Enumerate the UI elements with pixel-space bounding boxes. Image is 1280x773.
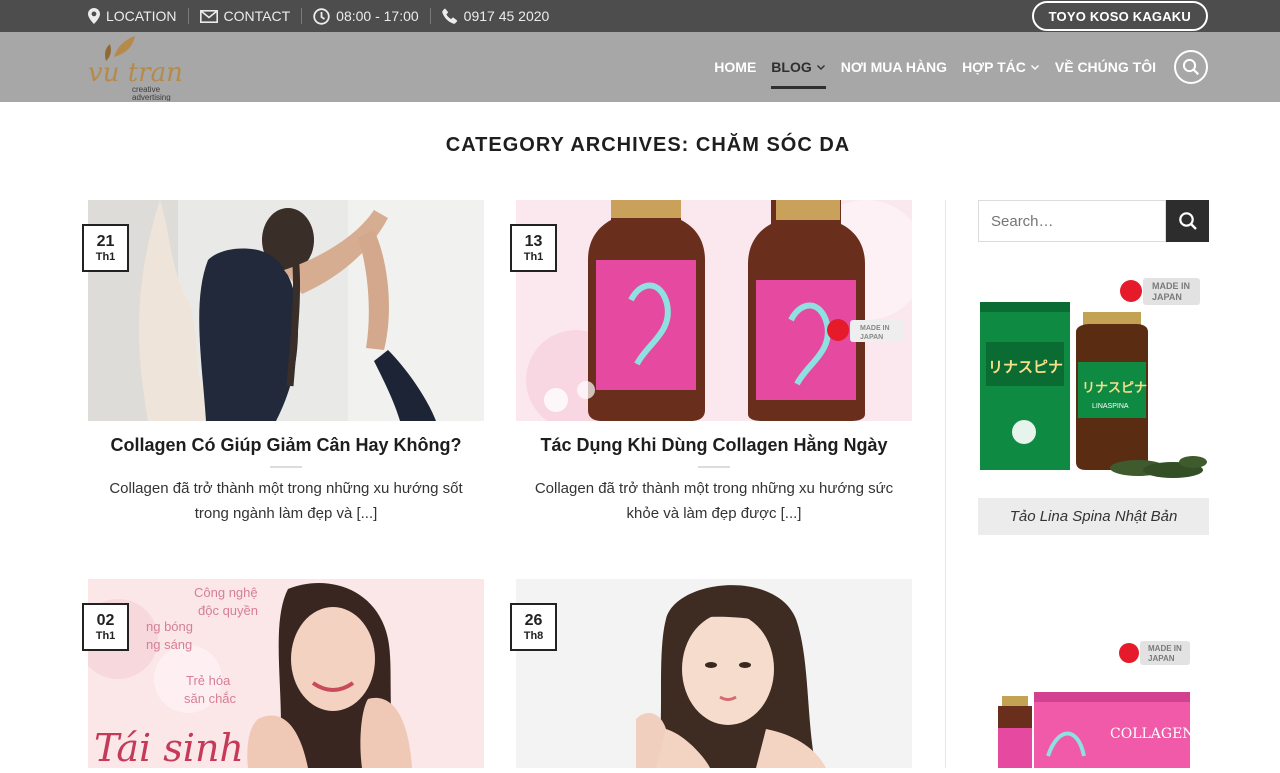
svg-text:MADE IN: MADE IN	[1148, 644, 1182, 653]
location-pin-icon	[88, 8, 100, 24]
svg-text:độc quyền: độc quyền	[198, 603, 258, 618]
title-divider	[270, 466, 302, 468]
location-label: LOCATION	[106, 8, 177, 24]
svg-text:vu tran: vu tran	[88, 58, 183, 88]
envelope-icon	[199, 9, 218, 23]
post-title[interactable]: Tác Dụng Khi Dùng Collagen Hằng Ngày	[516, 435, 912, 456]
phone-label: 0917 45 2020	[463, 8, 550, 24]
product-collagen-image[interactable]: MADE IN JAPAN COLLAGEN	[978, 636, 1209, 768]
woman-portrait-image	[516, 579, 912, 768]
date-day: 21	[96, 232, 115, 250]
sidebar-search	[978, 200, 1209, 242]
svg-text:MADE IN: MADE IN	[860, 325, 890, 332]
nav-where-to-buy[interactable]: NƠI MUA HÀNG	[841, 32, 947, 102]
contact-label: CONTACT	[223, 8, 291, 24]
svg-text:Công nghệ: Công nghệ	[194, 585, 258, 600]
post-card[interactable]: Công nghệ độc quyền ng bóng ng sáng Trẻ …	[82, 579, 484, 768]
svg-text:Tái sinh: Tái sinh	[94, 726, 244, 768]
svg-text:JAPAN: JAPAN	[1152, 292, 1182, 302]
post-thumbnail[interactable]	[516, 579, 912, 768]
date-day: 13	[524, 232, 543, 250]
date-day: 02	[96, 611, 115, 629]
site-logo[interactable]: vu tran creative advertising	[88, 35, 188, 102]
hours-label: 08:00 - 17:00	[336, 8, 419, 24]
svg-text:JAPAN: JAPAN	[860, 334, 883, 341]
post-title[interactable]: Collagen Có Giúp Giảm Cân Hay Không?	[88, 435, 484, 456]
search-icon	[1178, 212, 1197, 230]
post-excerpt: Collagen đã trở thành một trong những xu…	[109, 480, 463, 522]
svg-text:COLLAGEN: COLLAGEN	[1110, 726, 1195, 742]
lina-spina-product-image: MADE IN JAPAN リナスピナ リナスピナ LINASPINA	[978, 272, 1209, 498]
chevron-down-icon	[816, 65, 825, 70]
date-day: 26	[524, 611, 543, 629]
nav-blog[interactable]: BLOG	[771, 32, 827, 102]
phone-link[interactable]: 0917 45 2020	[431, 8, 561, 24]
nav-blog-label: BLOG	[771, 59, 812, 75]
toyo-koso-kagaku-button[interactable]: TOYO KOSO KAGAKU	[1031, 1, 1208, 31]
search-icon	[1182, 58, 1200, 76]
post-card[interactable]: 21 Th1 Collagen Có Giúp Giảm Cân Hay Khô…	[82, 200, 484, 526]
date-month: Th1	[523, 250, 544, 263]
chevron-down-icon	[1030, 65, 1039, 70]
header-search-button[interactable]	[1174, 50, 1208, 84]
date-month: Th1	[95, 629, 116, 642]
post-excerpt: Collagen đã trở thành một trong những xu…	[534, 480, 894, 522]
date-badge: 13 Th1	[510, 224, 557, 272]
contact-link[interactable]: CONTACT	[189, 8, 302, 24]
svg-text:LINASPINA: LINASPINA	[1092, 403, 1129, 410]
collagen-bottles-image: MADE IN JAPAN	[516, 200, 912, 421]
page-title: CATEGORY ARCHIVES: CHĂM SÓC DA	[445, 134, 851, 156]
svg-text:リナスピナ: リナスピナ	[1082, 381, 1147, 396]
nav-about-us-label: VỀ CHÚNG TÔI	[1054, 59, 1156, 75]
product-caption[interactable]: Tảo Lina Spina Nhật Bản	[978, 498, 1209, 535]
svg-text:advertising: advertising	[132, 93, 171, 101]
location-link[interactable]: LOCATION	[88, 8, 188, 24]
svg-text:リナスピナ: リナスピナ	[988, 358, 1063, 376]
top-bar: LOCATION CONTACT 08:00 - 17:00 0917 45 2…	[0, 0, 1280, 32]
date-month: Th1	[95, 250, 116, 263]
sidebar-search-button[interactable]	[1166, 200, 1209, 242]
smiling-woman-ad-image: Công nghệ độc quyền ng bóng ng sáng Trẻ …	[88, 579, 484, 768]
date-badge: 26 Th8	[510, 603, 557, 651]
svg-text:ng sáng: ng sáng	[146, 637, 192, 652]
main-nav: HOME BLOG NƠI MUA HÀNG HỢP TÁC VỀ CHÚNG …	[714, 32, 1156, 102]
nav-where-to-buy-label: NƠI MUA HÀNG	[840, 59, 948, 75]
svg-text:ng bóng: ng bóng	[146, 619, 193, 634]
svg-text:săn chắc: săn chắc	[184, 691, 237, 706]
date-month: Th8	[523, 629, 544, 642]
sidebar-divider	[945, 200, 946, 768]
date-badge: 02 Th1	[82, 603, 129, 651]
yoga-woman-image	[88, 200, 484, 421]
nav-home-label: HOME	[714, 59, 757, 75]
product-lina-spina-image[interactable]: MADE IN JAPAN リナスピナ リナスピナ LINASPINA	[978, 272, 1209, 498]
phone-icon	[441, 8, 457, 24]
collagen-box-product-image: MADE IN JAPAN COLLAGEN	[978, 636, 1209, 768]
date-badge: 21 Th1	[82, 224, 129, 272]
post-thumbnail[interactable]: Công nghệ độc quyền ng bóng ng sáng Trẻ …	[88, 579, 484, 768]
nav-partnership[interactable]: HỢP TÁC	[962, 32, 1040, 102]
hours-item: 08:00 - 17:00	[302, 7, 430, 25]
contact-info: LOCATION CONTACT 08:00 - 17:00 0917 45 2…	[88, 0, 560, 32]
svg-text:Trẻ hóa: Trẻ hóa	[186, 673, 231, 688]
nav-home[interactable]: HOME	[714, 32, 756, 102]
post-thumbnail[interactable]	[88, 200, 484, 421]
post-card[interactable]: MADE IN JAPAN 13 Th1 Tác Dụng Khi Dùng C…	[510, 200, 912, 526]
post-card[interactable]: 26 Th8	[510, 579, 912, 768]
svg-text:JAPAN: JAPAN	[1148, 654, 1175, 663]
sidebar-search-input[interactable]	[978, 200, 1166, 242]
main-header: vu tran creative advertising HOME BLOG N…	[0, 32, 1280, 102]
nav-partnership-label: HỢP TÁC	[962, 59, 1026, 75]
clock-icon	[313, 7, 330, 25]
svg-text:MADE IN: MADE IN	[1152, 281, 1190, 291]
post-thumbnail[interactable]: MADE IN JAPAN	[516, 200, 912, 421]
title-divider	[698, 466, 730, 468]
nav-about-us[interactable]: VỀ CHÚNG TÔI	[1055, 32, 1156, 102]
logo-image: vu tran creative advertising	[88, 36, 183, 102]
